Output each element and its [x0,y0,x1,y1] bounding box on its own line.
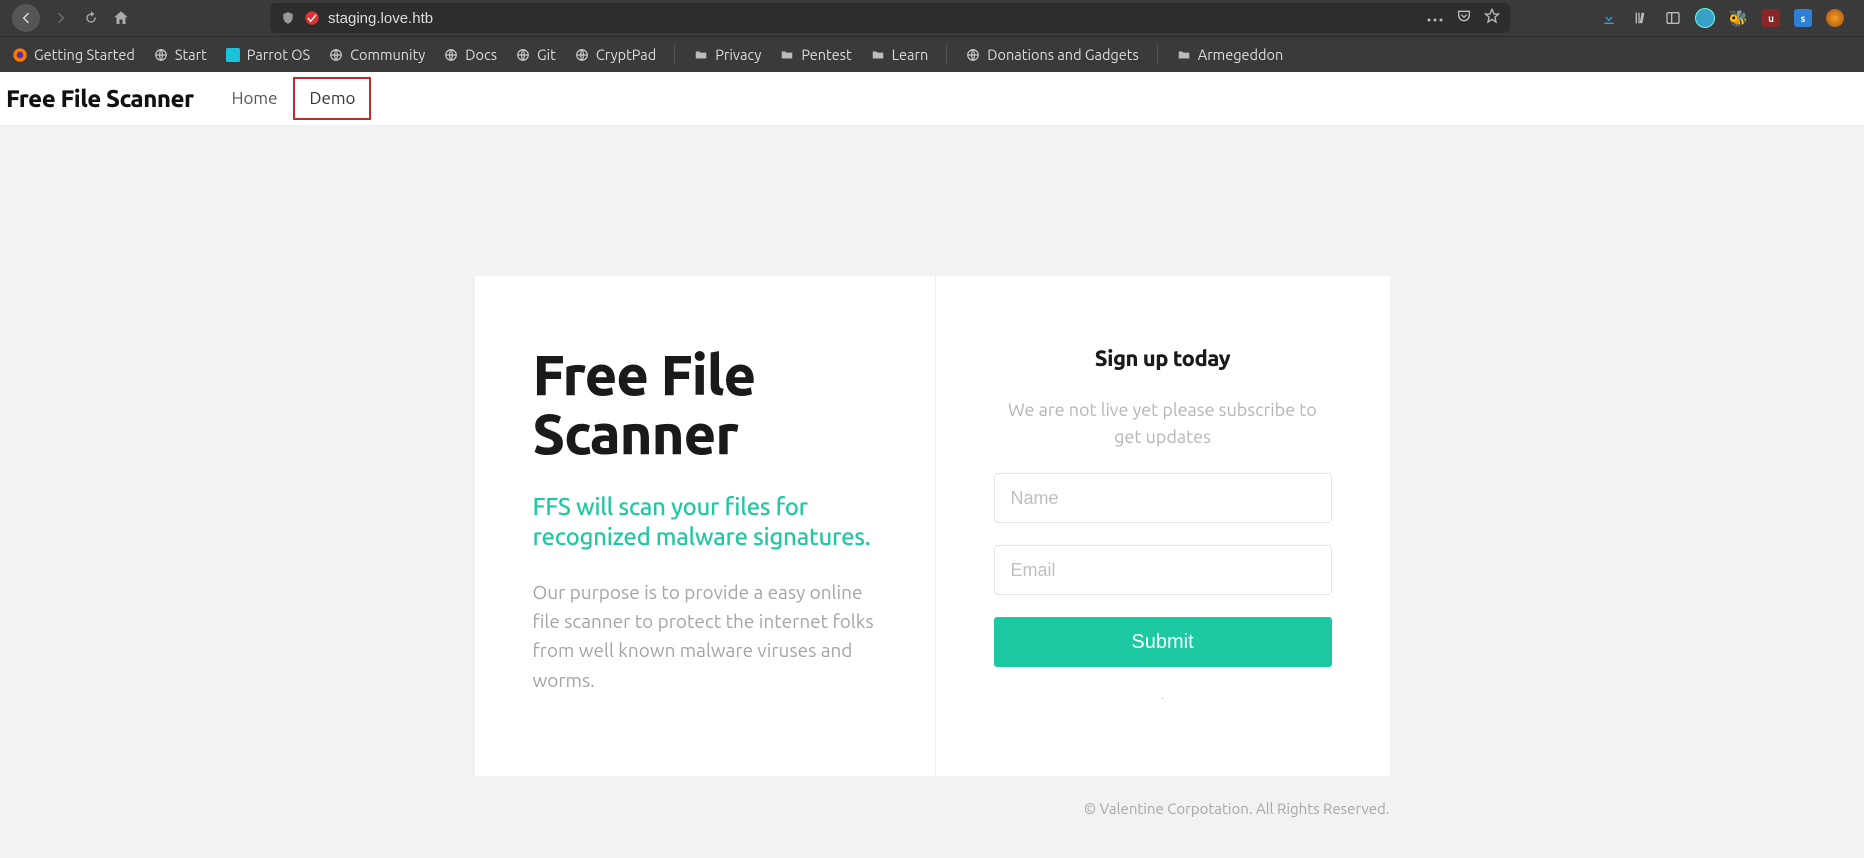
signup-card: Sign up today We are not live yet please… [935,276,1390,776]
extension-ublock-icon[interactable]: u [1762,9,1780,27]
tracking-shield-icon[interactable] [280,10,296,26]
folder-icon [779,47,795,63]
hero-subtitle: FFS will scan your files for recognized … [533,492,877,552]
reload-icon [83,10,99,26]
globe-icon [153,47,169,63]
bookmark-label: Getting Started [34,46,135,63]
bookmark-privacy[interactable]: Privacy [687,42,767,67]
site-brand[interactable]: Free File Scanner [4,85,194,112]
bookmark-label: Armegeddon [1198,46,1284,63]
bookmark-community[interactable]: Community [322,42,431,67]
hero-title: Free File Scanner [533,346,877,464]
bookmark-separator [674,45,675,65]
forward-button [52,9,70,27]
bookmark-separator [1157,45,1158,65]
bookmark-label: Privacy [715,46,761,63]
hero-section: Free File Scanner FFS will scan your fil… [0,126,1864,776]
page-actions-icon[interactable] [1426,9,1444,27]
bookmark-label: Parrot OS [247,46,310,63]
signup-dot: . [994,689,1332,702]
bookmark-git[interactable]: Git [509,42,562,67]
bookmark-label: Start [175,46,207,63]
signup-title: Sign up today [994,346,1332,371]
bookmark-cryptpad[interactable]: CryptPad [568,42,662,67]
folder-icon [870,47,886,63]
bookmark-armegeddon[interactable]: Armegeddon [1170,42,1290,67]
page-footer: © Valentine Corpotation. All Rights Rese… [475,776,1390,817]
folder-icon [1176,47,1192,63]
parrot-icon [225,47,241,63]
bookmark-label: Git [537,46,556,63]
extension-1-icon[interactable] [1696,9,1714,27]
globe-icon [515,47,531,63]
extension-burp-icon[interactable]: 🐝 [1728,9,1748,28]
bookmark-learn[interactable]: Learn [864,42,935,67]
bookmark-label: Community [350,46,425,63]
site-nav-links: Home Demo [216,77,372,120]
url-input[interactable] [328,10,1500,27]
downloads-icon[interactable] [1600,9,1618,27]
extension-swirl-icon[interactable] [1826,9,1844,27]
url-bar[interactable] [270,3,1510,33]
signup-submit-button[interactable]: Submit [994,617,1332,667]
bookmark-label: CryptPad [596,46,656,63]
folder-icon [693,47,709,63]
nav-button-group [8,4,130,32]
bookmark-separator [946,45,947,65]
signup-name-input[interactable] [994,473,1332,523]
signup-lead: We are not live yet please subscribe to … [994,397,1332,451]
reload-button[interactable] [82,9,100,27]
site-favicon-icon [304,10,320,26]
sidebar-toggle-icon[interactable] [1664,9,1682,27]
bookmark-pentest[interactable]: Pentest [773,42,857,67]
globe-icon [965,47,981,63]
arrow-left-icon [18,10,34,26]
bookmark-docs[interactable]: Docs [437,42,503,67]
browser-right-icons: 🐝 u s [1600,9,1856,28]
nav-demo[interactable]: Demo [293,77,371,120]
bookmark-label: Pentest [801,46,851,63]
library-icon[interactable] [1632,9,1650,27]
signup-email-input[interactable] [994,545,1332,595]
bookmark-label: Donations and Gadgets [987,46,1138,63]
hero-body: Our purpose is to provide a easy online … [533,578,877,696]
reader-pocket-icon[interactable] [1456,8,1472,28]
site-navbar: Free File Scanner Home Demo [0,72,1864,126]
home-button[interactable] [112,9,130,27]
bookmark-star-icon[interactable] [1484,8,1500,28]
bookmark-donations[interactable]: Donations and Gadgets [959,42,1144,67]
extension-s-icon[interactable]: s [1794,9,1812,27]
bookmark-label: Docs [465,46,497,63]
nav-home[interactable]: Home [216,77,294,120]
arrow-right-icon [53,10,69,26]
back-button[interactable] [12,4,40,32]
page-body: Free File Scanner Home Demo Free File Sc… [0,72,1864,858]
bookmark-label: Learn [892,46,929,63]
bookmark-getting-started[interactable]: Getting Started [6,42,141,67]
hero-card-left: Free File Scanner FFS will scan your fil… [475,276,935,776]
globe-icon [443,47,459,63]
browser-toolbar: 🐝 u s [0,0,1864,36]
firefox-icon [12,47,28,63]
bookmark-start[interactable]: Start [147,42,213,67]
globe-icon [328,47,344,63]
bookmark-parrot[interactable]: Parrot OS [219,42,316,67]
home-icon [112,9,130,27]
globe-icon [574,47,590,63]
bookmark-bar: Getting Started Start Parrot OS Communit… [0,36,1864,72]
